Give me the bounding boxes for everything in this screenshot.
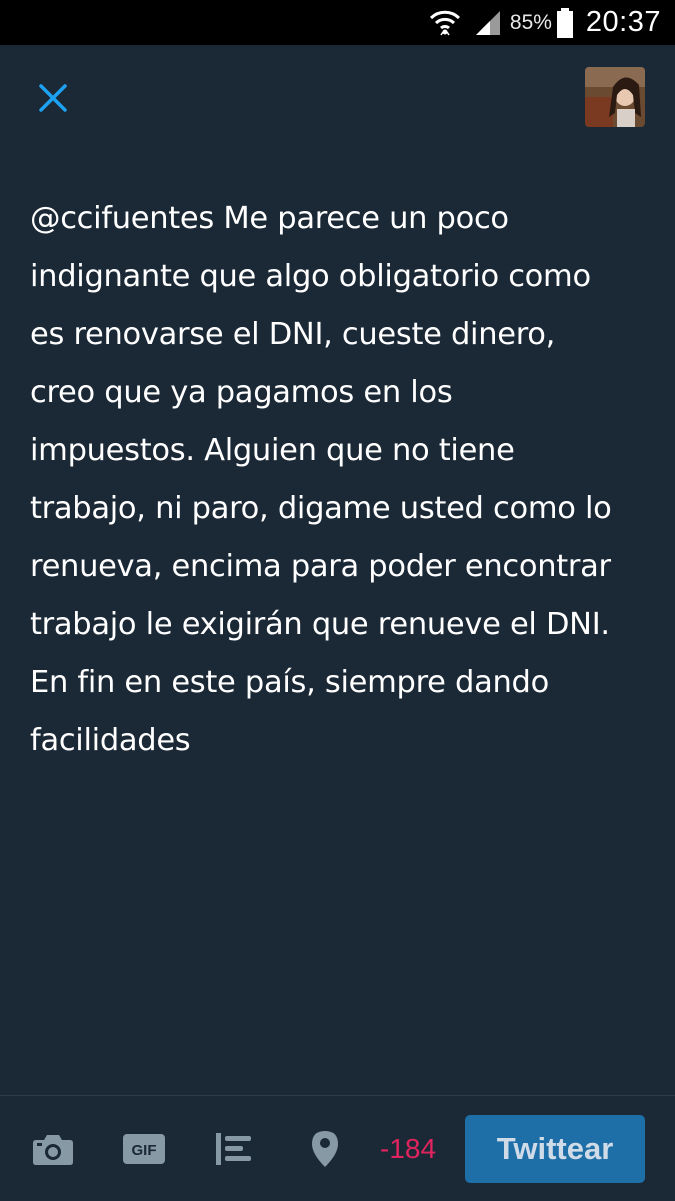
poll-icon xyxy=(216,1132,251,1165)
camera-button[interactable] xyxy=(28,1096,78,1201)
battery-icon xyxy=(556,7,573,38)
gif-label: GIF xyxy=(132,1142,157,1159)
compose-toolbar: GIF -184 Twittear xyxy=(0,1095,675,1201)
character-counter: -184 xyxy=(380,1132,437,1164)
tweet-button[interactable]: Twittear xyxy=(465,1115,645,1183)
tweet-text-area[interactable]: @ccifuentes Me parece un poco indignante… xyxy=(30,190,650,770)
close-icon xyxy=(39,84,67,112)
gif-button[interactable]: GIF xyxy=(120,1096,168,1201)
clock: 20:37 xyxy=(585,6,661,38)
signal-icon xyxy=(475,10,500,35)
location-button[interactable] xyxy=(305,1096,345,1201)
close-button[interactable] xyxy=(32,77,74,119)
avatar[interactable] xyxy=(585,67,645,127)
wifi-icon xyxy=(429,10,460,35)
status-bar-right: 85% 20:37 xyxy=(428,0,661,45)
avatar-image xyxy=(585,67,645,127)
gif-icon: GIF xyxy=(123,1133,165,1164)
poll-button[interactable] xyxy=(212,1096,258,1201)
status-bar: 85% 20:37 xyxy=(0,0,675,45)
camera-icon xyxy=(33,1134,73,1165)
compose-header xyxy=(0,45,675,155)
location-icon xyxy=(312,1130,338,1167)
battery-percentage: 85% xyxy=(509,10,552,34)
